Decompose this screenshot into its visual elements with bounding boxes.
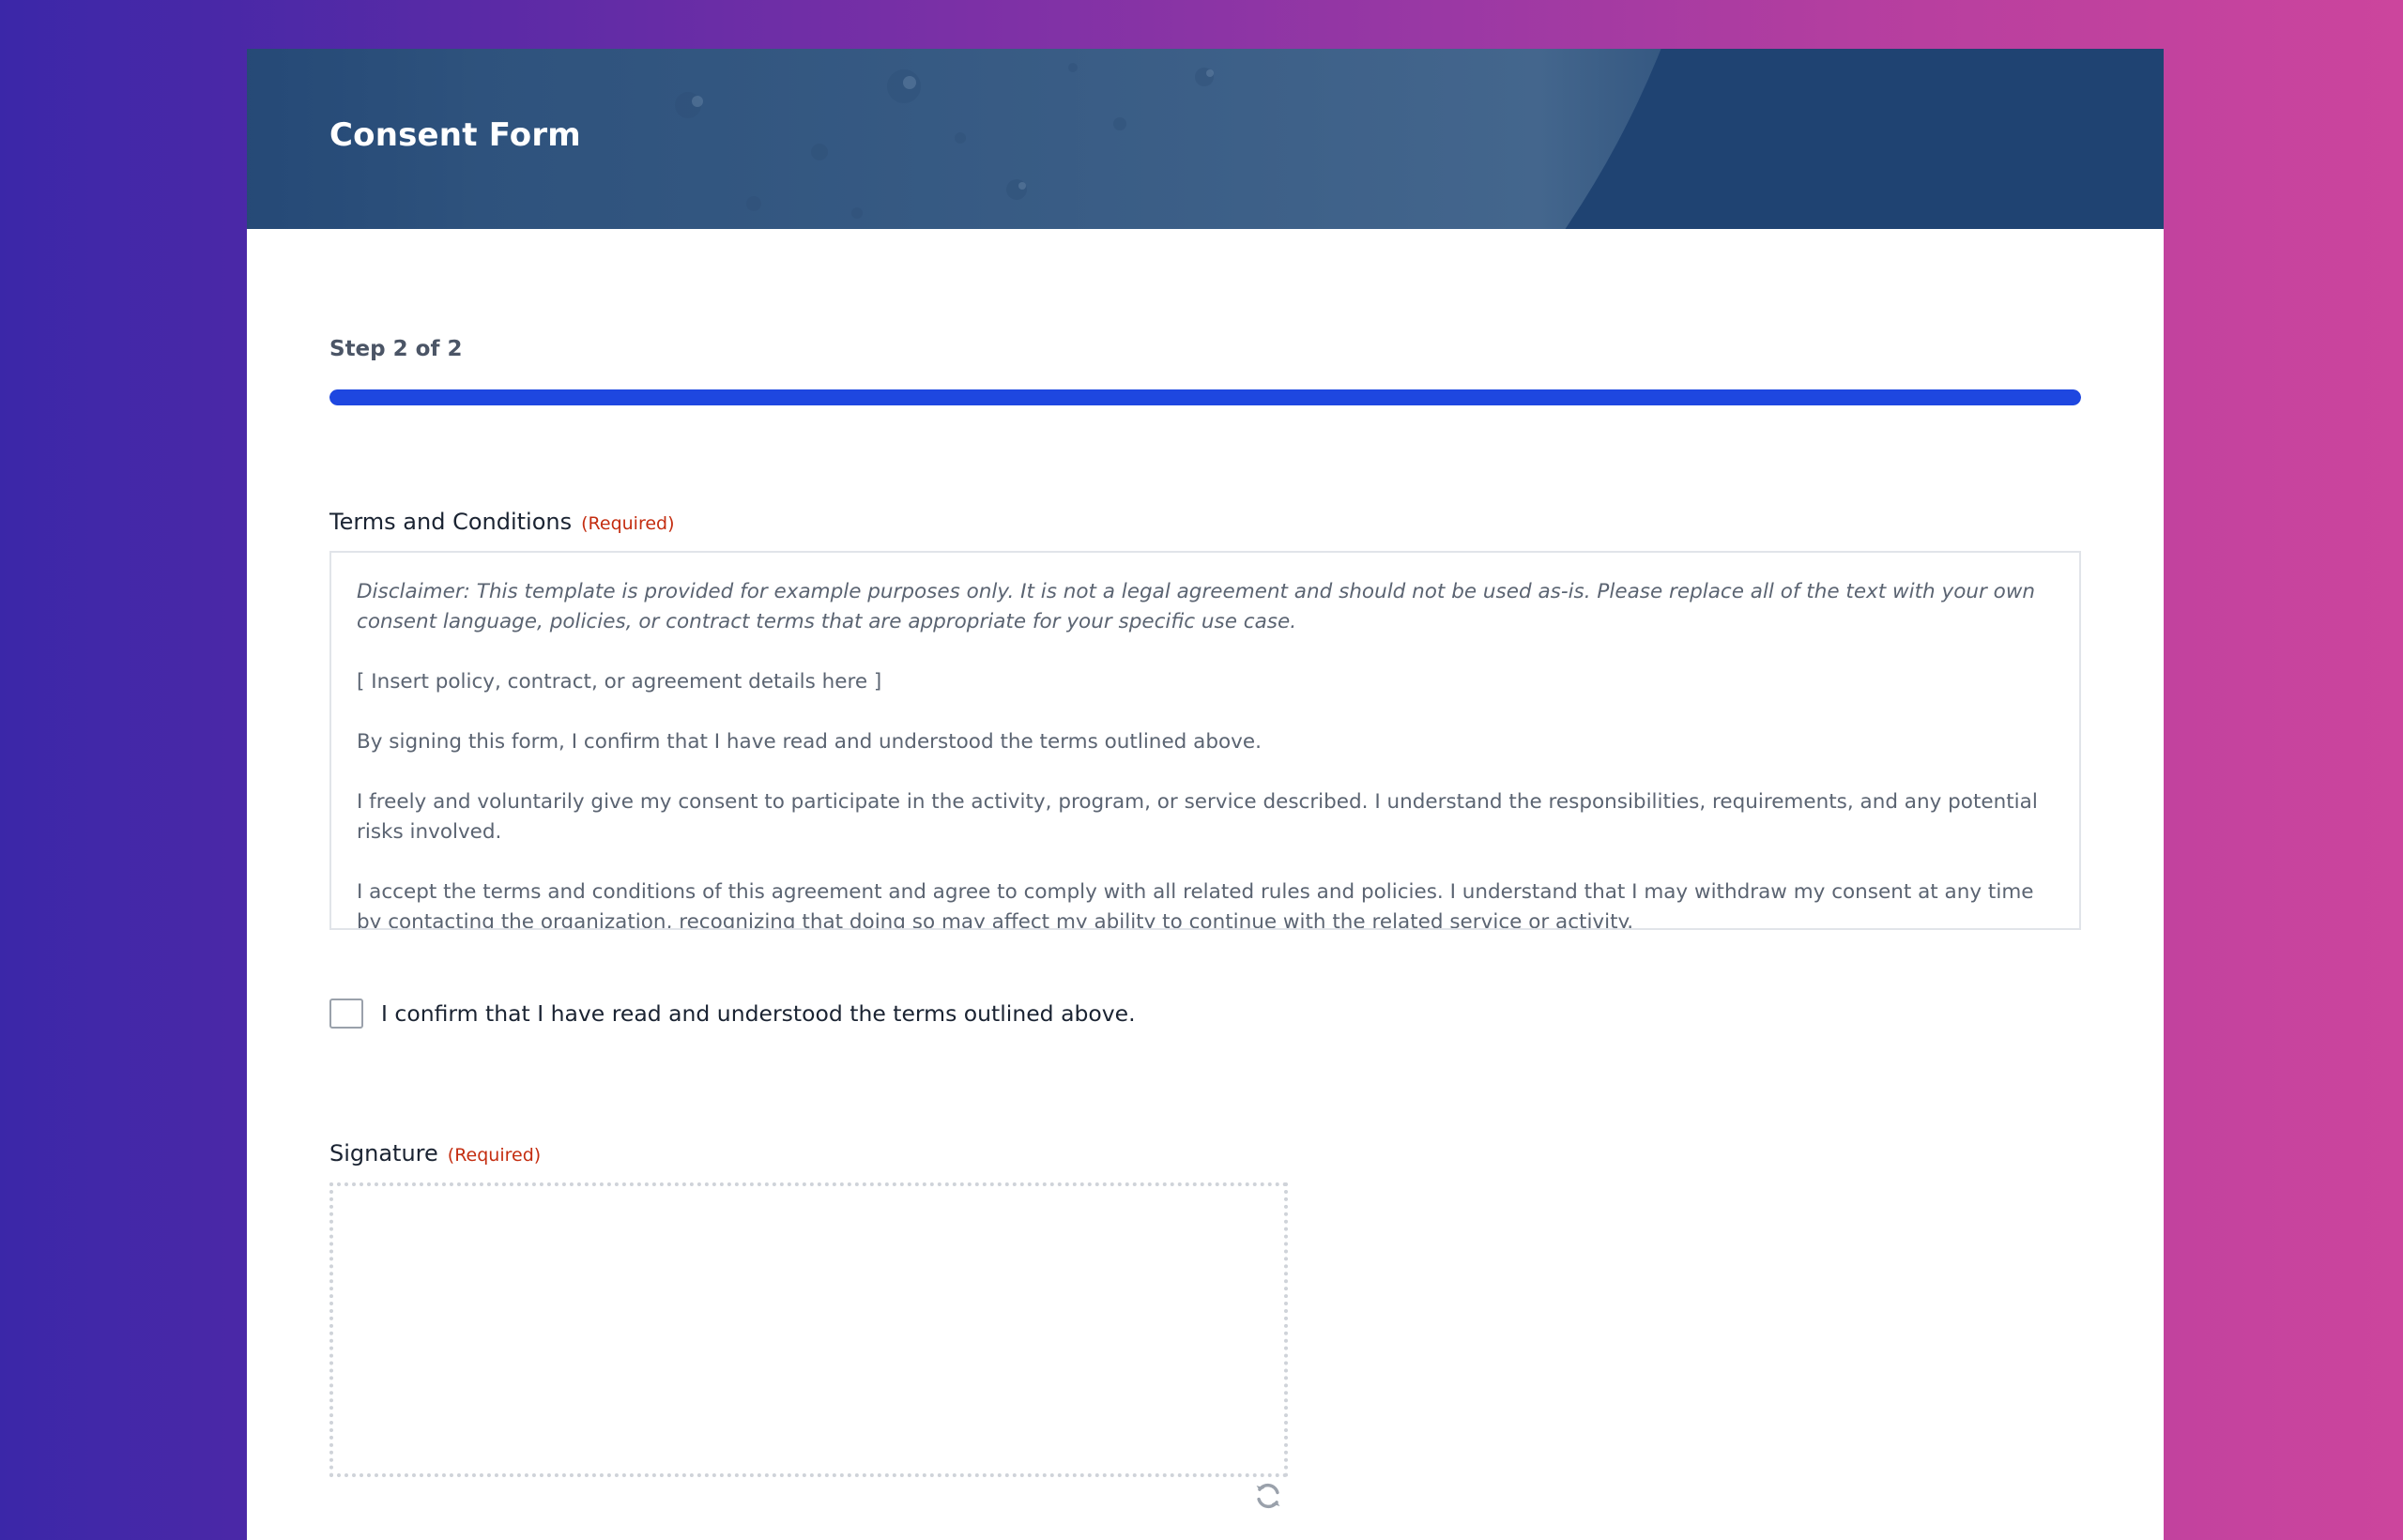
terms-label: Terms and Conditions (Required) [329, 509, 675, 536]
terms-paragraph: I accept the terms and conditions of thi… [357, 880, 2034, 930]
confirm-checkbox[interactable] [329, 999, 363, 1029]
signature-required-indicator: (Required) [447, 1145, 542, 1166]
form-title: Consent Form [329, 116, 581, 154]
terms-paragraph: By signing this form, I confirm that I h… [357, 730, 1262, 754]
terms-paragraph: [ Insert policy, contract, or agreement … [357, 670, 882, 694]
terms-disclaimer: Disclaimer: This template is provided fo… [357, 580, 2036, 633]
progress-bar-fill [329, 389, 2081, 405]
terms-label-text: Terms and Conditions [329, 509, 573, 535]
signature-pad[interactable] [329, 1182, 1288, 1477]
signature-label-text: Signature [329, 1140, 438, 1166]
progress-bar [329, 389, 2081, 405]
form-card: Consent Form Step 2 of 2 Terms and Condi… [247, 49, 2164, 1540]
terms-paragraph: I freely and voluntarily give my consent… [357, 790, 2038, 844]
form-header: Consent Form [247, 49, 2164, 229]
step-indicator: Step 2 of 2 [329, 337, 463, 361]
confirm-checkbox-label[interactable]: I confirm that I have read and understoo… [381, 1000, 1136, 1027]
terms-required-indicator: (Required) [581, 513, 675, 534]
signature-label: Signature (Required) [329, 1140, 541, 1167]
terms-content-box[interactable]: Disclaimer: This template is provided fo… [329, 551, 2081, 930]
refresh-icon[interactable] [1252, 1480, 1284, 1512]
